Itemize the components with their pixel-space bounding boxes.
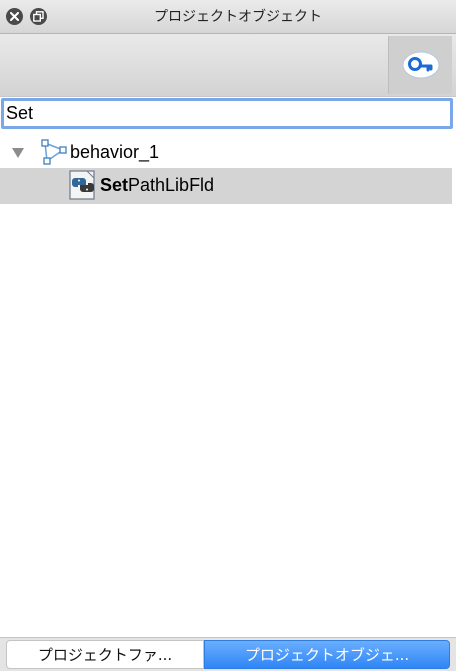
expand-arrow-icon[interactable]	[12, 148, 24, 158]
search-input[interactable]	[1, 98, 453, 129]
search-match-text: Set	[100, 175, 129, 195]
search-bar	[0, 97, 456, 133]
tree-item-behavior[interactable]: behavior_1	[0, 135, 452, 171]
toolbar	[0, 34, 456, 97]
window-title: プロジェクトオブジェクト	[154, 9, 322, 25]
search-toggle-button[interactable]	[388, 36, 452, 94]
python-script-icon	[69, 170, 95, 200]
object-tree: behavior_1 SetPathLibFld	[0, 133, 456, 637]
label-rest-text: PathLibFld	[128, 175, 215, 195]
tab-bar: プロジェクトファ... プロジェクトオブジェ...	[0, 637, 456, 671]
tree-item-label: behavior_1	[70, 142, 160, 162]
tab-project-objects[interactable]: プロジェクトオブジェ...	[204, 640, 450, 669]
tree-item-label: SetPathLibFld	[100, 175, 214, 196]
tree-item-setpathlibfld[interactable]: SetPathLibFld	[0, 168, 452, 204]
behavior-graph-icon	[41, 139, 67, 165]
tab-project-files[interactable]: プロジェクトファ...	[6, 640, 204, 669]
title-bar: プロジェクトオブジェクト	[0, 0, 456, 34]
search-icon	[402, 51, 439, 79]
project-objects-panel: プロジェクトオブジェクト behavior_1	[0, 0, 456, 671]
